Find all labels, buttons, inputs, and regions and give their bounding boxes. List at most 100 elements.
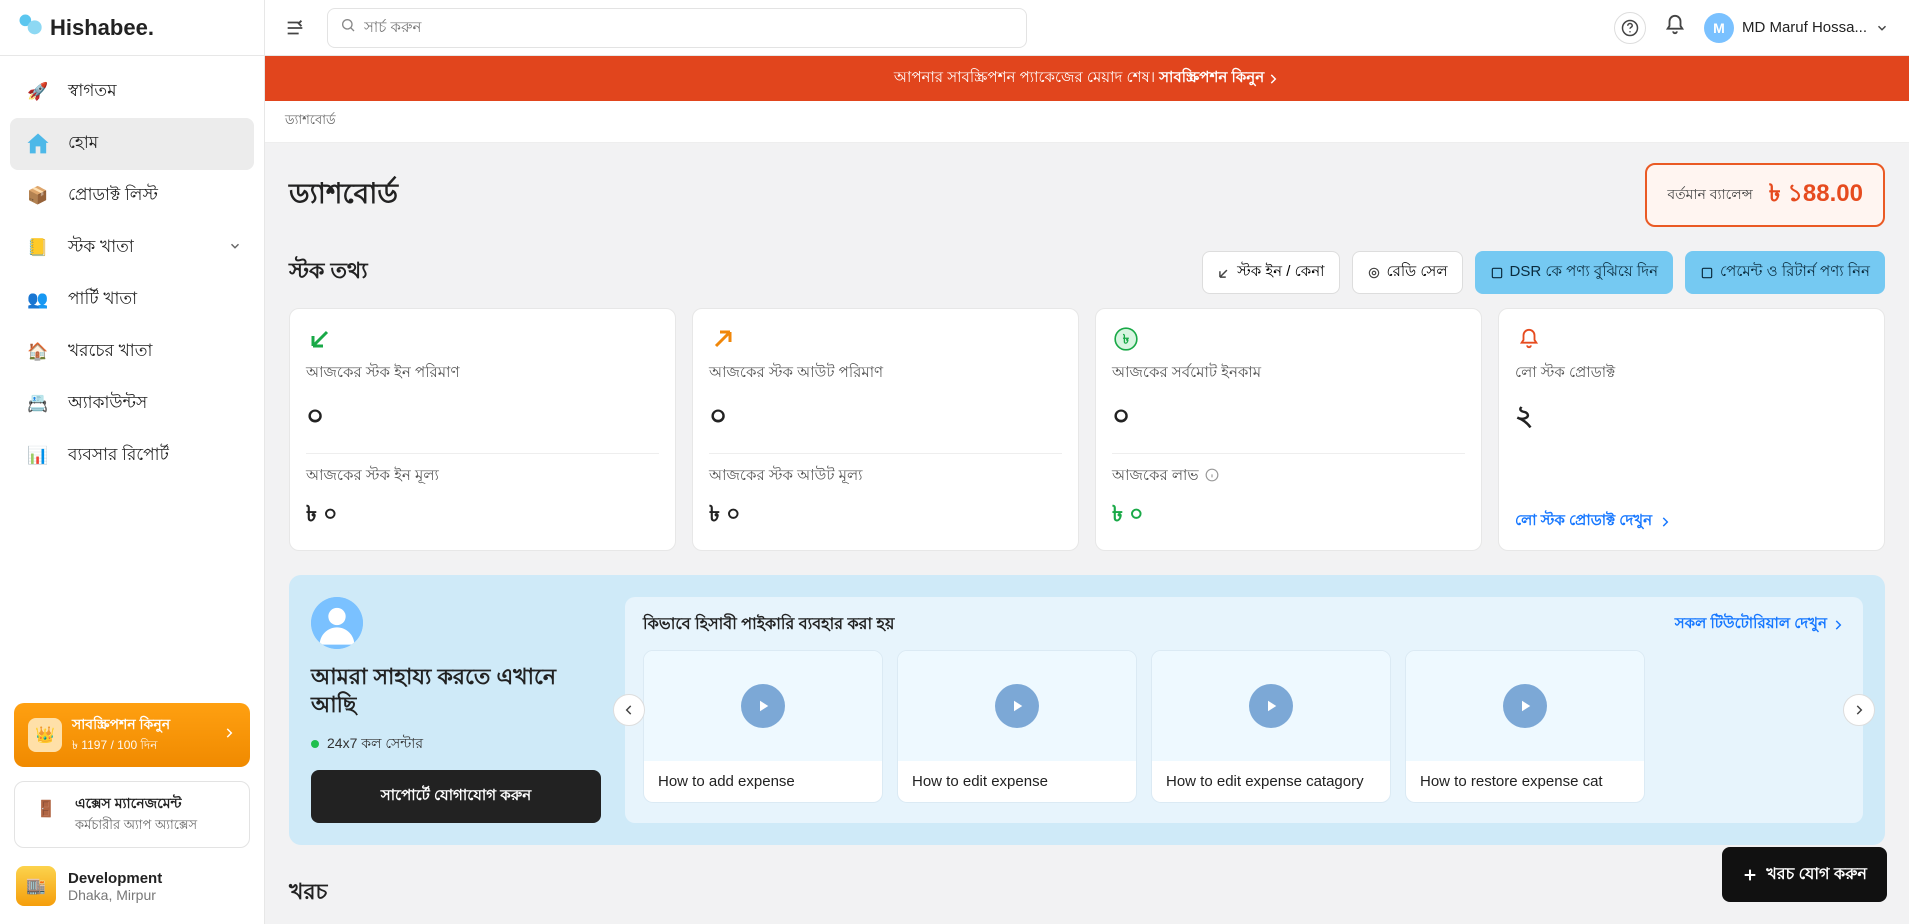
payment-return-button[interactable]: পেমেন্ট ও রিটার্ন পণ্য নিন: [1685, 251, 1885, 294]
contact-support-button[interactable]: সাপোর্টে যোগাযোগ করুন: [311, 770, 601, 823]
sidebar-bottom: 👑 সাবস্ক্রিপশন কিনুন ৳ 1197 / 100 দিন 🚪 …: [0, 693, 264, 924]
main: M MD Maruf Hossa... আপনার সাবস্ক্রিপশন প…: [265, 0, 1909, 924]
sidebar-toggle[interactable]: [277, 10, 313, 46]
home-icon: [22, 128, 54, 160]
balance-value: ৳ ১88.00: [1769, 175, 1863, 215]
content: ড্যাশবোর্ড বর্তমান ব্যালেন্স ৳ ১88.00 স্…: [265, 143, 1909, 924]
nav-label: পার্টি খাতা: [68, 286, 137, 314]
bell-icon[interactable]: [1664, 14, 1686, 41]
play-icon: [1503, 684, 1547, 728]
tutorial-card[interactable]: How to restore expense cat: [1405, 650, 1645, 803]
accounts-icon: 📇: [22, 388, 54, 420]
avatar: M: [1704, 13, 1734, 43]
nav-home[interactable]: হোম: [10, 118, 254, 170]
tutorials-carousel: How to add expense How to edit expense H…: [643, 650, 1845, 803]
people-icon: 👥: [22, 284, 54, 316]
org-switcher[interactable]: 🏬 Development Dhaka, Mirpur: [14, 862, 250, 910]
nav-label: অ্যাকাউন্টস: [68, 390, 147, 418]
play-icon: [741, 684, 785, 728]
ready-sale-button[interactable]: রেডি সেল: [1352, 251, 1463, 294]
dsr-button[interactable]: DSR কে পণ্য বুঝিয়ে দিন: [1475, 251, 1674, 294]
arrow-up-right-icon: [709, 325, 737, 353]
stock-heading: স্টক তথ্য: [289, 254, 368, 291]
money-out-icon: 🏠: [22, 336, 54, 368]
help-status: 24x7 কল সেন্টার: [311, 732, 601, 756]
rocket-icon: 🚀: [22, 76, 54, 108]
help-title: আমরা সাহায্য করতে এখানে আছি: [311, 663, 601, 718]
user-name: MD Maruf Hossa...: [1742, 19, 1867, 36]
stock-in-button[interactable]: স্টক ইন / কেনা: [1202, 251, 1339, 294]
stock-out-card: আজকের স্টক আউট পরিমাণ ০ আজকের স্টক আউট ম…: [692, 308, 1079, 551]
breadcrumb: ড্যাশবোর্ড: [265, 101, 1909, 143]
alert-text: আপনার সাবস্ক্রিপশন প্যাকেজের মেয়াদ শেষ।: [894, 66, 1155, 91]
search-box[interactable]: [327, 8, 1027, 48]
tutorial-card[interactable]: How to edit expense: [897, 650, 1137, 803]
box-icon: 📦: [22, 180, 54, 212]
nav-expense[interactable]: 🏠 খরচের খাতা: [10, 326, 254, 378]
store-icon: 🏬: [16, 866, 56, 906]
nav-label: ব্যবসার রিপোর্ট: [68, 442, 169, 470]
carousel-prev[interactable]: [613, 694, 645, 726]
org-name: Development: [68, 870, 162, 887]
svg-text:৳: ৳: [1123, 331, 1130, 346]
chevron-down-icon: [1875, 21, 1889, 35]
money-icon: ৳: [1112, 325, 1140, 353]
nav-welcome[interactable]: 🚀 স্বাগতম: [10, 66, 254, 118]
logo-bar: Hishabee.: [0, 0, 264, 56]
nav-stock[interactable]: 📒 স্টক খাতা: [10, 222, 254, 274]
search-input[interactable]: [364, 19, 1014, 36]
topbar: M MD Maruf Hossa...: [265, 0, 1909, 56]
add-expense-fab[interactable]: খরচ যোগ করুন: [1722, 847, 1887, 902]
play-icon: [995, 684, 1039, 728]
stock-icon: 📒: [22, 232, 54, 264]
access-mgmt-card[interactable]: 🚪 এক্সেস ম্যানেজমেন্ট কর্মচারীর অ্যাপ অ্…: [14, 781, 250, 848]
door-icon: 🚪: [29, 792, 63, 826]
sidebar: Hishabee. 🚀 স্বাগতম হোম 📦 প্রোডাক্ট লিস্…: [0, 0, 265, 924]
subscription-alert[interactable]: আপনার সাবস্ক্রিপশন প্যাকেজের মেয়াদ শেষ।…: [265, 56, 1909, 101]
nav-accounts[interactable]: 📇 অ্যাকাউন্টস: [10, 378, 254, 430]
alert-cta[interactable]: সাবস্ক্রিপশন কিনুন: [1159, 66, 1280, 91]
balance-label: বর্তমান ব্যালেন্স: [1667, 183, 1752, 207]
nav-label: স্টক খাতা: [68, 234, 134, 262]
balance-badge: বর্তমান ব্যালেন্স ৳ ১88.00: [1645, 163, 1885, 227]
access-sub: কর্মচারীর অ্যাপ অ্যাক্সেস: [75, 816, 197, 837]
subscription-card[interactable]: 👑 সাবস্ক্রিপশন কিনুন ৳ 1197 / 100 দিন: [14, 703, 250, 767]
nav-label: হোম: [68, 130, 98, 158]
sidebar-nav: 🚀 স্বাগতম হোম 📦 প্রোডাক্ট লিস্ট 📒 স্টক খ…: [0, 56, 264, 693]
tutorials-heading: কিভাবে হিসাবী পাইকারি ব্যবহার করা হয়: [643, 611, 894, 638]
logo[interactable]: Hishabee.: [16, 11, 154, 44]
tutorial-card[interactable]: How to add expense: [643, 650, 883, 803]
brand-text: Hishabee.: [50, 15, 154, 41]
nav-product-list[interactable]: 📦 প্রোডাক্ট লিস্ট: [10, 170, 254, 222]
info-icon[interactable]: [1205, 468, 1219, 486]
crown-icon: 👑: [28, 718, 62, 752]
nav-label: খরচের খাতা: [68, 338, 152, 366]
chevron-down-icon: [228, 238, 242, 258]
help-panel: আমরা সাহায্য করতে এখানে আছি 24x7 কল সেন্…: [289, 575, 1885, 845]
help-icon[interactable]: [1614, 12, 1646, 44]
all-tutorials-link[interactable]: সকল টিউটোরিয়াল দেখুন: [1675, 612, 1845, 637]
arrow-down-left-icon: [306, 325, 334, 353]
nav-report[interactable]: 📊 ব্যবসার রিপোর্ট: [10, 430, 254, 482]
status-dot-icon: [311, 740, 319, 748]
carousel-next[interactable]: [1843, 694, 1875, 726]
nav-label: প্রোডাক্ট লিস্ট: [68, 182, 158, 210]
search-icon: [340, 17, 356, 38]
nav-label: স্বাগতম: [68, 78, 117, 106]
page-title: ড্যাশবোর্ড: [289, 172, 398, 219]
stock-in-card: আজকের স্টক ইন পরিমাণ ০ আজকের স্টক ইন মূল…: [289, 308, 676, 551]
income-card: ৳ আজকের সর্বমোট ইনকাম ০ আজকের লাভ ৳ ০: [1095, 308, 1482, 551]
play-icon: [1249, 684, 1293, 728]
user-menu[interactable]: M MD Maruf Hossa...: [1704, 13, 1889, 43]
report-icon: 📊: [22, 440, 54, 472]
low-stock-card: লো স্টক প্রোডাক্ট ২ লো স্টক প্রোডাক্ট দে…: [1498, 308, 1885, 551]
nav-party[interactable]: 👥 পার্টি খাতা: [10, 274, 254, 326]
support-avatar: [311, 597, 363, 649]
arrow-right-icon: [222, 726, 236, 745]
alert-bell-icon: [1515, 325, 1543, 353]
sub-title: সাবস্ক্রিপশন কিনুন: [72, 713, 212, 737]
tutorial-card[interactable]: How to edit expense catagory: [1151, 650, 1391, 803]
sub-price: ৳ 1197 / 100 দিন: [72, 737, 212, 757]
low-stock-link[interactable]: লো স্টক প্রোডাক্ট দেখুন: [1515, 509, 1868, 534]
stock-cards: আজকের স্টক ইন পরিমাণ ০ আজকের স্টক ইন মূল…: [289, 308, 1885, 551]
